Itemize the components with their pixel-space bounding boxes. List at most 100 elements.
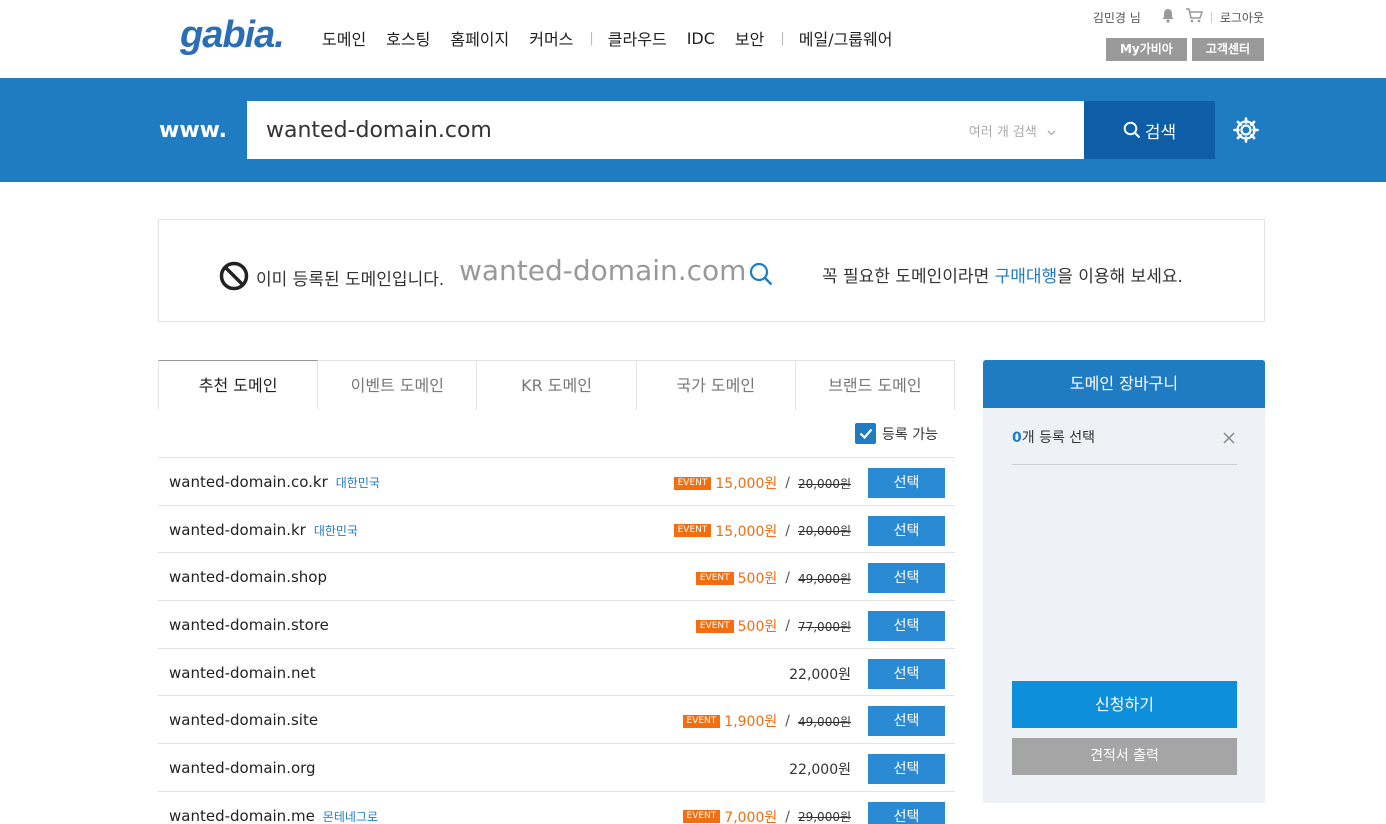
domain-row: wanted-domain.store EVENT 500원 / 77,000원 선택 <box>158 601 955 649</box>
domain-name: wanted-domain.net <box>169 664 316 682</box>
available-checkbox[interactable] <box>855 423 876 444</box>
nav-security[interactable]: 보안 <box>735 26 764 50</box>
domain-name: wanted-domain.store <box>169 616 329 634</box>
regular-price: 22,000원 <box>789 762 851 779</box>
event-badge: EVENT <box>695 571 734 585</box>
tab-brand[interactable]: 브랜드 도메인 <box>795 360 956 410</box>
hint-text-pre: 꼭 필요한 도메인이라면 <box>822 267 995 287</box>
tab-kr[interactable]: KR 도메인 <box>477 360 637 410</box>
event-price: 500원 <box>737 571 778 588</box>
check-icon <box>859 428 872 439</box>
utility-bar: 김민경 님 로그아웃 <box>1093 8 1264 26</box>
my-gabia-button[interactable]: My가비아 <box>1105 38 1187 61</box>
original-price: 49,000원 <box>797 714 851 729</box>
event-price: 500원 <box>737 619 778 636</box>
price-separator: / <box>785 808 790 824</box>
price-separator: / <box>785 570 790 587</box>
price-area: EVENT 15,000원 / 20,000원 <box>673 473 851 493</box>
support-button[interactable]: 고객센터 <box>1191 38 1264 61</box>
main-nav: 도메인 호스팅 홈페이지 커머스 | 클라우드 IDC 보안 | 메일/그룹웨어 <box>322 26 912 50</box>
domain-country: 몬테네그로 <box>322 809 378 824</box>
select-button[interactable]: 선택 <box>868 468 945 498</box>
close-icon[interactable] <box>1223 429 1235 448</box>
event-badge: EVENT <box>673 524 712 538</box>
apply-button[interactable]: 신청하기 <box>1012 681 1237 728</box>
nav-homepage[interactable]: 홈페이지 <box>450 26 509 50</box>
domain-name: wanted-domain.shop <box>169 568 327 586</box>
hint-text-post: 을 이용해 보세요. <box>1057 267 1183 287</box>
purchase-agency-link[interactable]: 구매대행 <box>995 267 1058 287</box>
original-price: 20,000원 <box>797 476 851 491</box>
domain-cart: 도메인 장바구니 0개 등록 선택 신청하기 견적서 출력 <box>983 360 1265 803</box>
gear-icon[interactable] <box>1232 116 1260 148</box>
select-button[interactable]: 선택 <box>868 515 945 546</box>
domain-name-text: wanted-domain.store <box>169 616 329 635</box>
price-area: EVENT 500원 / 77,000원 <box>695 616 851 636</box>
util-divider <box>1210 11 1212 23</box>
multi-search-label: 여러 개 검색 <box>968 125 1037 140</box>
nav-divider: | <box>589 30 594 46</box>
nav-mail-groupware[interactable]: 메일/그룹웨어 <box>799 26 893 50</box>
cart-count-number: 0 <box>1012 430 1022 446</box>
event-badge: EVENT <box>673 476 712 490</box>
cart-icon[interactable] <box>1185 8 1203 26</box>
original-price: 77,000원 <box>797 619 851 634</box>
select-button[interactable]: 선택 <box>868 563 945 594</box>
nav-idc[interactable]: IDC <box>687 29 715 48</box>
logout-link[interactable]: 로그아웃 <box>1220 9 1264 26</box>
price-area: EVENT 1,900원 / 49,000원 <box>682 711 851 731</box>
select-button[interactable]: 선택 <box>868 658 945 689</box>
domain-name-text: wanted-domain.co.kr <box>169 473 328 491</box>
select-button[interactable]: 선택 <box>868 611 945 642</box>
domain-search-input[interactable] <box>247 101 937 159</box>
select-button[interactable]: 선택 <box>868 754 945 785</box>
event-price: 15,000원 <box>715 523 778 540</box>
select-button[interactable]: 선택 <box>868 801 945 824</box>
domain-row: wanted-domain.co.kr 대한민국 EVENT 15,000원 / 20,0… <box>158 458 955 506</box>
price-area: 22,000원 <box>789 664 851 684</box>
event-price: 1,900원 <box>724 714 778 731</box>
nav-domain[interactable]: 도메인 <box>322 26 366 50</box>
search-icon <box>1123 121 1141 139</box>
domain-name-text: wanted-domain.shop <box>169 568 327 587</box>
user-name[interactable]: 김민경 님 <box>1093 9 1141 26</box>
search-button[interactable]: 검색 <box>1084 101 1215 159</box>
quote-print-button[interactable]: 견적서 출력 <box>1012 738 1237 775</box>
nav-commerce[interactable]: 커머스 <box>529 26 573 50</box>
event-badge: EVENT <box>695 619 734 633</box>
tab-recommended[interactable]: 추천 도메인 <box>158 360 319 410</box>
nav-cloud[interactable]: 클라우드 <box>608 26 667 50</box>
domain-list: wanted-domain.co.kr 대한민국 EVENT 15,000원/20,0… <box>158 457 955 824</box>
regular-price: 22,000원 <box>789 666 851 683</box>
notice-domain: wanted-domain.com <box>459 254 747 287</box>
notice-status: 이미 등록된 도메인입니다. <box>256 270 445 290</box>
tab-event[interactable]: 이벤트 도메인 <box>318 360 478 410</box>
site-header: gabia. 도메인 호스팅 홈페이지 커머스 | 클라우드 IDC 보안 | … <box>0 0 1386 78</box>
nav-hosting[interactable]: 호스팅 <box>386 26 430 50</box>
cart-title: 도메인 장바구니 <box>983 360 1265 408</box>
select-button[interactable]: 선택 <box>868 706 945 737</box>
tab-country[interactable]: 국가 도메인 <box>636 360 796 410</box>
price-area: 22,000원 <box>789 759 851 779</box>
domain-tabs: 추천 도메인 이벤트 도메인 KR 도메인 국가 도메인 브랜드 도메인 <box>158 360 956 410</box>
multi-search-dropdown[interactable]: 여러 개 검색 <box>969 121 1056 140</box>
nav-divider: | <box>780 30 785 46</box>
event-badge: EVENT <box>682 810 721 824</box>
cart-divider <box>1012 464 1237 465</box>
bell-icon[interactable] <box>1161 8 1175 26</box>
search-icon[interactable] <box>748 261 774 291</box>
price-area: EVENT 500원 / 49,000원 <box>695 568 851 588</box>
domain-country: 대한민국 <box>313 523 358 538</box>
domain-row: wanted-domain.shop EVENT 500원 / 49,000원 선택 <box>158 553 955 602</box>
registration-notice: 이미 등록된 도메인입니다. wanted-domain.com 꼭 필요한 도… <box>158 219 1265 322</box>
domain-name-text: wanted-domain.kr <box>169 520 306 539</box>
domain-row: wanted-domain.kr 대한민국 EVENT 15,000원 / 20,000원… <box>158 506 955 554</box>
domain-name: wanted-domain.org <box>169 759 316 777</box>
domain-row: wanted-domain.site EVENT 1,900원 / 49,000원 선택 <box>158 696 955 745</box>
gabia-logo[interactable]: gabia. <box>180 14 285 57</box>
available-filter[interactable]: 등록 가능 <box>855 423 938 444</box>
domain-row: wanted-domain.me 몬테네그로 EVENT 7,000원 / 29,000원… <box>158 792 955 824</box>
cart-count-label: 개 등록 선택 <box>1021 430 1096 446</box>
domain-row: wanted-domain.net 22,000원 선택 <box>158 649 955 697</box>
ban-icon <box>219 261 249 295</box>
